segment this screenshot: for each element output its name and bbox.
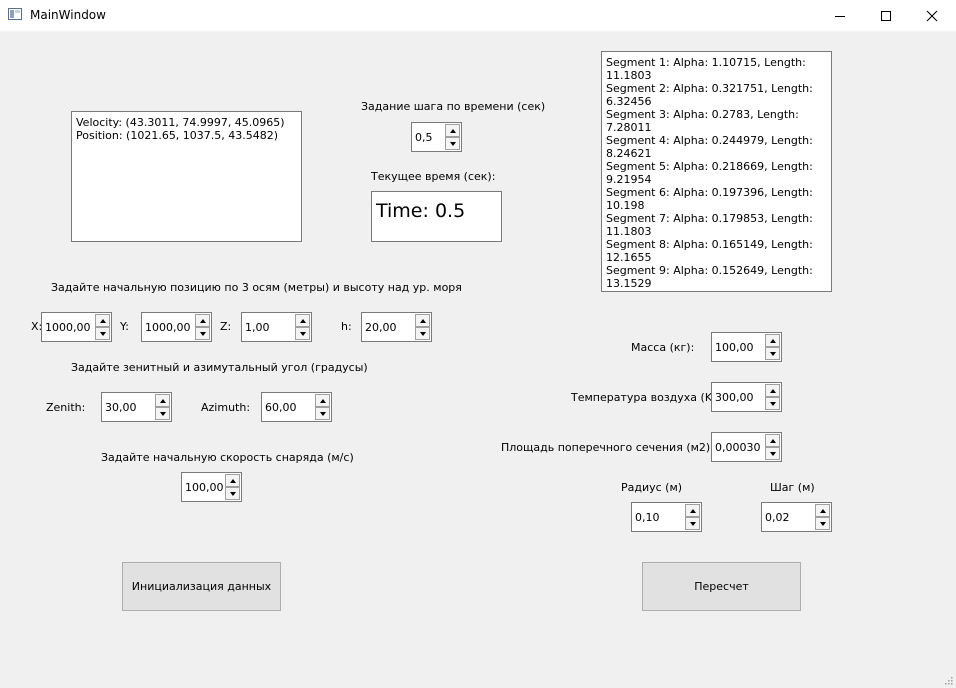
spin-down-arrow-icon[interactable] <box>765 347 780 360</box>
minimize-button[interactable] <box>817 0 863 31</box>
mass-value: 100,00 <box>715 341 754 354</box>
step-value: 0,02 <box>765 511 790 524</box>
spin-up-arrow-icon[interactable] <box>415 314 430 327</box>
zenith-label: Zenith: <box>46 401 86 414</box>
current-time-display: Time: 0.5 <box>371 191 502 242</box>
spin-up-arrow-icon[interactable] <box>765 434 780 447</box>
spin-down-arrow-icon[interactable] <box>765 447 780 460</box>
x-value: 1000,00 <box>45 321 91 334</box>
spin-up-arrow-icon[interactable] <box>225 474 240 487</box>
angles-label: Задайте зенитный и азимутальный угол (гр… <box>71 361 368 374</box>
close-icon <box>926 10 938 21</box>
window-title: MainWindow <box>30 8 106 22</box>
spin-down-arrow-icon[interactable] <box>315 407 330 420</box>
spin-down-arrow-icon[interactable] <box>445 137 460 150</box>
spin-down-arrow-icon[interactable] <box>415 327 430 340</box>
y-value: 1000,00 <box>145 321 191 334</box>
area-spinbox[interactable]: 0,00030 <box>711 432 782 462</box>
area-value: 0,00030 <box>715 441 761 454</box>
temperature-value: 300,00 <box>715 391 754 404</box>
spin-up-arrow-icon[interactable] <box>765 334 780 347</box>
position-label: Задайте начальную позицию по 3 осям (мет… <box>51 281 462 294</box>
init-data-button[interactable]: Инициализация данных <box>122 562 281 611</box>
z-spinbox[interactable]: 1,00 <box>241 312 312 342</box>
radius-value: 0,10 <box>635 511 660 524</box>
minimize-icon <box>835 15 845 17</box>
speed-spinbox[interactable]: 100,00 <box>181 472 242 502</box>
spin-up-arrow-icon[interactable] <box>815 504 830 517</box>
segments-text-area[interactable]: Segment 1: Alpha: 1.10715, Length: 11.18… <box>601 51 832 292</box>
speed-label: Задайте начальную скорость снаряда (м/с) <box>101 451 354 464</box>
spin-down-arrow-icon[interactable] <box>195 327 210 340</box>
time-step-label: Задание шага по времени (сек) <box>361 100 546 113</box>
spin-up-arrow-icon[interactable] <box>195 314 210 327</box>
spin-down-arrow-icon[interactable] <box>95 327 110 340</box>
current-time-label: Текущее время (сек): <box>371 170 496 183</box>
spin-down-arrow-icon[interactable] <box>225 487 240 500</box>
recalculate-button[interactable]: Пересчет <box>642 562 801 611</box>
speed-value: 100,00 <box>185 481 224 494</box>
x-spinbox[interactable]: 1000,00 <box>41 312 112 342</box>
temperature-label: Температура воздуха (K): <box>571 391 721 404</box>
title-bar: MainWindow <box>0 0 956 32</box>
mass-spinbox[interactable]: 100,00 <box>711 332 782 362</box>
time-step-value: 0,5 <box>415 131 433 144</box>
spin-up-arrow-icon[interactable] <box>95 314 110 327</box>
mass-label: Масса (кг): <box>631 341 695 354</box>
maximize-icon <box>881 10 891 21</box>
temperature-spinbox[interactable]: 300,00 <box>711 382 782 412</box>
radius-spinbox[interactable]: 0,10 <box>631 502 702 532</box>
z-label: Z: <box>220 320 232 333</box>
spin-up-arrow-icon[interactable] <box>445 124 460 137</box>
spin-up-arrow-icon[interactable] <box>155 394 170 407</box>
spin-up-arrow-icon[interactable] <box>685 504 700 517</box>
zenith-value: 30,00 <box>105 401 137 414</box>
output-text-area[interactable]: Velocity: (43.3011, 74.9997, 45.0965) Po… <box>71 111 302 242</box>
app-window-icon <box>8 8 22 20</box>
spin-down-arrow-icon[interactable] <box>815 517 830 530</box>
spin-down-arrow-icon[interactable] <box>155 407 170 420</box>
step-spinbox[interactable]: 0,02 <box>761 502 832 532</box>
spin-down-arrow-icon[interactable] <box>765 397 780 410</box>
y-label: Y: <box>120 320 129 333</box>
time-step-spinbox[interactable]: 0,5 <box>411 122 462 152</box>
close-button[interactable] <box>909 0 955 31</box>
spin-down-arrow-icon[interactable] <box>685 517 700 530</box>
azimuth-value: 60,00 <box>265 401 297 414</box>
spin-up-arrow-icon[interactable] <box>315 394 330 407</box>
spin-down-arrow-icon[interactable] <box>295 327 310 340</box>
step-label: Шаг (м) <box>770 481 815 494</box>
spin-up-arrow-icon[interactable] <box>765 384 780 397</box>
radius-label: Радиус (м) <box>621 481 683 494</box>
y-spinbox[interactable]: 1000,00 <box>141 312 212 342</box>
h-spinbox[interactable]: 20,00 <box>361 312 432 342</box>
azimuth-label: Azimuth: <box>201 401 251 414</box>
azimuth-spinbox[interactable]: 60,00 <box>261 392 332 422</box>
spin-up-arrow-icon[interactable] <box>295 314 310 327</box>
z-value: 1,00 <box>245 321 270 334</box>
zenith-spinbox[interactable]: 30,00 <box>101 392 172 422</box>
resize-grip-icon[interactable] <box>944 676 953 685</box>
area-label: Площадь поперечного сечения (м2): <box>501 441 714 454</box>
h-value: 20,00 <box>365 321 397 334</box>
maximize-button[interactable] <box>863 0 909 31</box>
current-time-text: Time: 0.5 <box>376 200 466 222</box>
h-label: h: <box>341 320 352 333</box>
